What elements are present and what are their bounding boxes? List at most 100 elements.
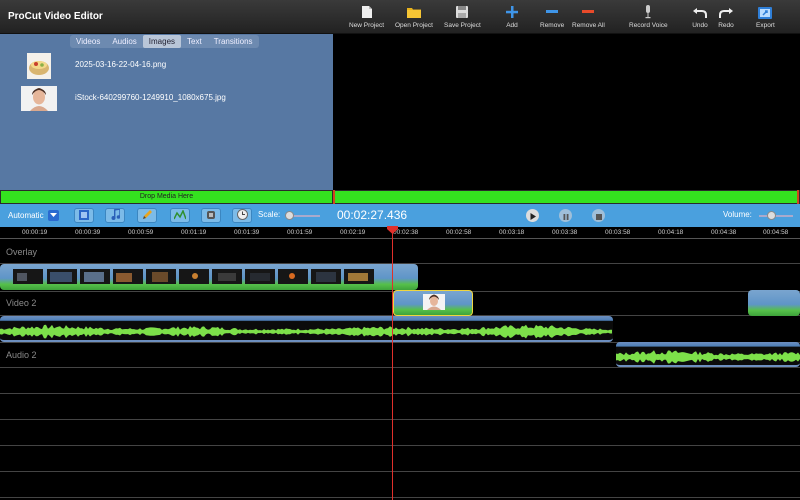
playhead-line[interactable] [392, 227, 393, 500]
media-item[interactable]: iStock-640299760-1249910_1080x675.jpg [0, 84, 333, 114]
video2-image-clip[interactable] [393, 290, 473, 316]
minus-red-icon [580, 4, 596, 20]
redo-button[interactable]: Redo [718, 4, 734, 32]
scale-slider-knob[interactable] [285, 211, 294, 220]
crop-icon [206, 207, 216, 225]
crop-button[interactable] [201, 208, 221, 223]
track-divider [0, 393, 800, 394]
play-button[interactable] [526, 209, 539, 222]
stop-button[interactable] [592, 209, 605, 222]
volume-slider-knob[interactable] [767, 211, 776, 220]
new-document-icon [359, 4, 375, 20]
export-icon [757, 4, 773, 20]
mode-select[interactable]: Automatic [8, 209, 59, 222]
ruler-label: 00:03:58 [605, 229, 631, 236]
pause-button[interactable] [559, 209, 572, 222]
ruler-label: 00:04:18 [658, 229, 684, 236]
ruler-label: 00:04:38 [711, 229, 737, 236]
audio-clip-video2[interactable] [0, 316, 613, 342]
audio-button[interactable] [105, 207, 125, 225]
ruler-label: 00:00:19 [22, 229, 48, 236]
pencil-icon [142, 207, 153, 225]
redo-arrow-icon [718, 4, 734, 20]
stop-icon [595, 207, 602, 225]
app-title: ProCut Video Editor [8, 11, 103, 22]
track-label-audio-2: Audio 2 [6, 350, 37, 360]
clip-thumbnail [423, 294, 445, 310]
snapshot-button[interactable] [74, 208, 94, 223]
new-project-button[interactable]: New Project [349, 4, 384, 32]
toolbar: ProCut Video Editor New Project Open Pro… [0, 0, 800, 34]
audio-waveform [616, 350, 800, 364]
media-item-name: iStock-640299760-1249910_1080x675.jpg [75, 93, 226, 102]
tab-images[interactable]: Images [142, 35, 182, 48]
current-timecode: 00:02:27.436 [337, 208, 408, 222]
microphone-icon [640, 4, 656, 20]
media-item-name: 2025-03-16-22-04-16.png [75, 60, 167, 69]
track-divider [0, 419, 800, 420]
pause-icon [563, 207, 569, 225]
track-label-video-2: Video 2 [6, 298, 37, 308]
add-button[interactable]: Add [504, 4, 520, 32]
play-icon [530, 207, 536, 225]
overlay-video-clip[interactable] [0, 264, 418, 290]
folder-icon [406, 4, 422, 20]
track-divider [0, 471, 800, 472]
track-divider [0, 445, 800, 446]
scale-label: Scale: [258, 210, 281, 219]
tab-videos[interactable]: Videos [70, 35, 106, 48]
playhead-marker-icon[interactable] [387, 226, 398, 234]
ruler-label: 00:01:19 [181, 229, 207, 236]
video-preview[interactable] [333, 34, 800, 190]
undo-button[interactable]: Undo [692, 4, 708, 32]
ruler-label: 00:01:59 [287, 229, 313, 236]
save-disk-icon [454, 4, 470, 20]
track-divider [0, 367, 800, 368]
ruler-label: 00:03:18 [499, 229, 525, 236]
record-voice-button[interactable]: Record Voice [629, 4, 668, 32]
drop-zone-bar [335, 191, 797, 203]
volume-label: Volume: [723, 210, 752, 219]
chevron-down-icon [47, 210, 59, 221]
waveform-split-icon [173, 207, 187, 225]
audio-2-clip[interactable] [616, 342, 800, 367]
drop-zone[interactable]: Drop Media Here [0, 190, 800, 204]
plus-icon [504, 4, 520, 20]
save-project-button[interactable]: Save Project [444, 4, 481, 32]
undo-arrow-icon [692, 4, 708, 20]
ruler-label: 00:02:58 [446, 229, 472, 236]
open-project-button[interactable]: Open Project [395, 4, 433, 32]
tab-audios[interactable]: Audios [106, 35, 142, 48]
export-button[interactable]: Export [756, 4, 775, 32]
remove-button[interactable]: Remove [540, 4, 564, 32]
track-divider [0, 497, 800, 498]
split-button[interactable] [170, 208, 190, 223]
timeline-tracks[interactable]: Overlay Video 2 Audio 2 [0, 239, 800, 500]
drop-media-label: Drop Media Here [1, 191, 332, 203]
remove-all-button[interactable]: Remove All [572, 4, 605, 32]
media-library-panel: Videos Audios Images Text Transitions 20… [0, 34, 333, 190]
ruler-label: 00:02:19 [340, 229, 366, 236]
ruler-label: 00:01:39 [234, 229, 260, 236]
speed-button[interactable] [232, 208, 252, 223]
clock-icon [236, 207, 248, 225]
music-note-icon [111, 207, 121, 225]
timeline-controls: Automatic Scale: 00:02:27.436 Volume: [0, 204, 800, 227]
ruler-label: 00:00:59 [128, 229, 154, 236]
timeline-ruler[interactable]: 00:00:19 00:00:39 00:00:59 00:01:19 00:0… [0, 227, 800, 239]
ruler-label: 00:00:39 [75, 229, 101, 236]
ruler-label: 00:04:58 [763, 229, 789, 236]
video2-clip-end[interactable] [748, 290, 800, 316]
media-item[interactable]: 2025-03-16-22-04-16.png [0, 51, 333, 81]
media-tabs: Videos Audios Images Text Transitions [70, 35, 259, 48]
drop-marker-end [797, 190, 799, 204]
volume-slider-track[interactable] [759, 215, 793, 217]
tab-text[interactable]: Text [181, 35, 208, 48]
audio-waveform [0, 324, 612, 339]
minus-icon [544, 4, 560, 20]
track-label-overlay: Overlay [6, 247, 38, 257]
tab-transitions[interactable]: Transitions [208, 35, 259, 48]
ruler-label: 00:03:38 [552, 229, 578, 236]
edit-button[interactable] [137, 208, 157, 223]
film-frame-icon [79, 207, 89, 225]
